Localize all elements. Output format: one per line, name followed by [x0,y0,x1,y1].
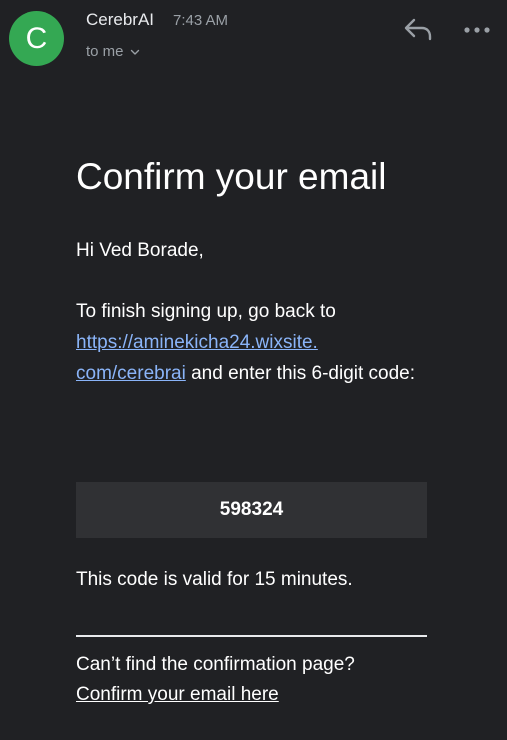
verification-code: 598324 [219,499,284,520]
greeting-text: Hi Ved Borade, [76,240,204,261]
sender-avatar[interactable]: C [9,11,64,66]
instructions-text-before: To finish signing up, go back to [76,301,336,322]
chevron-down-icon [130,49,139,55]
email-header: C CerebrAI 7:43 AM to me [0,0,507,80]
help-text: Can’t find the confirmation page? [76,654,355,675]
email-title: Confirm your email [76,156,387,197]
signup-link-line1[interactable]: https://aminekicha24.wixsite. [76,332,318,353]
confirm-email-link[interactable]: Confirm your email here [76,684,279,706]
sender-name[interactable]: CerebrAI [86,10,154,30]
divider [76,635,427,637]
verification-code-box: 598324 [76,482,427,538]
instructions-text-after: and enter this 6-digit code: [185,363,416,384]
recipient-details-toggle[interactable]: to me [86,43,140,60]
recipient-label: to me [86,43,124,60]
sent-time: 7:43 AM [173,12,229,29]
more-horizontal-icon[interactable] [462,18,492,42]
signup-link-line2[interactable]: com/cerebrai [76,363,186,384]
instructions-paragraph: To finish signing up, go back to https:/… [76,296,426,389]
reply-icon[interactable] [402,14,434,44]
code-validity-text: This code is valid for 15 minutes. [76,569,353,590]
